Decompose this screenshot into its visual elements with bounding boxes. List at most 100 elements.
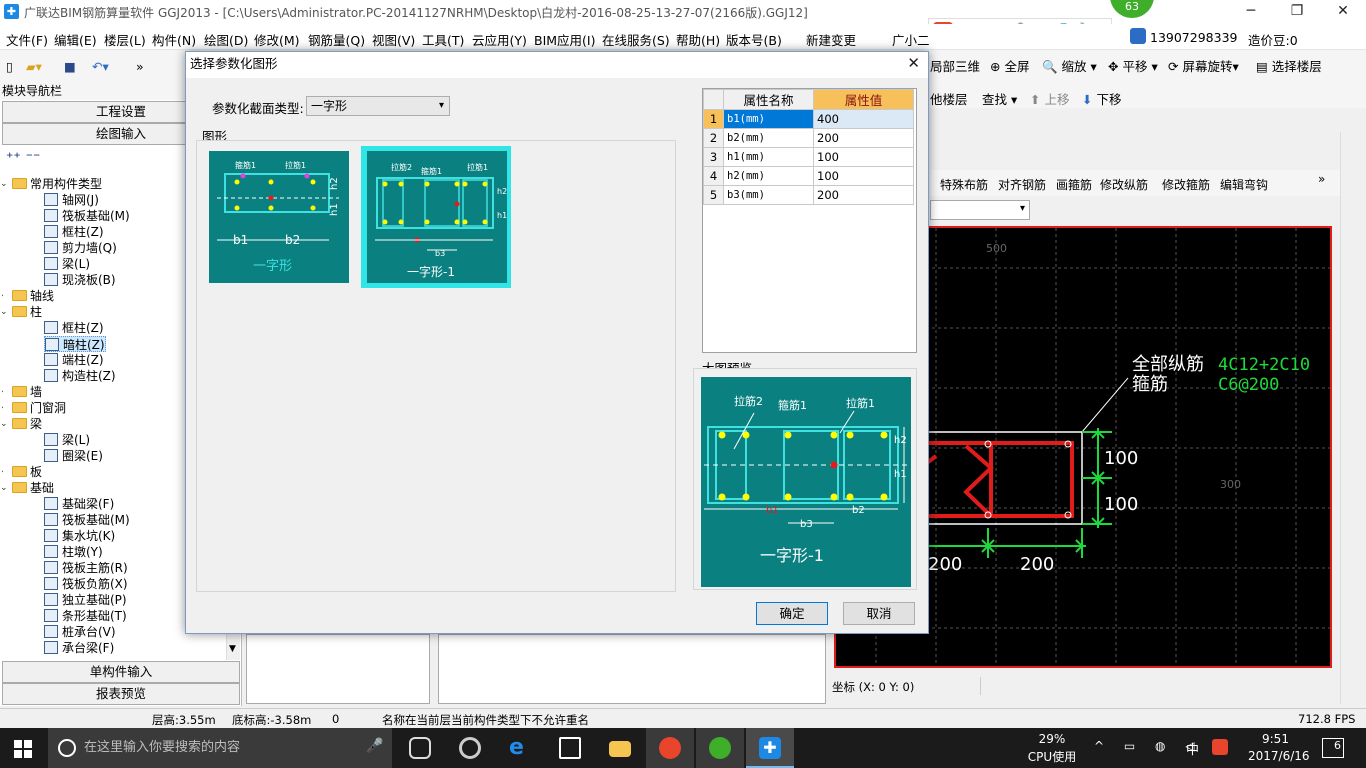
- property-value-cell[interactable]: 100: [813, 166, 914, 186]
- other-floor-button[interactable]: 他楼层: [930, 89, 968, 108]
- task-view-icon[interactable]: [396, 728, 444, 768]
- menu-item[interactable]: 帮助(H): [676, 30, 720, 49]
- rebar-tool-button[interactable]: 对齐钢筋: [998, 176, 1046, 193]
- file-explorer-icon[interactable]: [596, 728, 644, 768]
- menu-item[interactable]: 文件(F): [6, 30, 48, 49]
- tree-item[interactable]: 现浇板(B): [44, 272, 116, 288]
- menu-item[interactable]: 广小二: [892, 30, 930, 49]
- tree-item[interactable]: 集水坑(K): [44, 528, 115, 544]
- menu-item[interactable]: 工具(T): [422, 30, 464, 49]
- tree-folder[interactable]: ⌄ 梁: [2, 416, 42, 432]
- tree-item[interactable]: 轴网(J): [44, 192, 99, 208]
- tree-item[interactable]: 构造柱(Z): [44, 368, 116, 384]
- tray-ime[interactable]: 中: [1186, 739, 1199, 758]
- rebar-tool-button[interactable]: 特殊布筋: [940, 176, 988, 193]
- ok-button[interactable]: 确定: [756, 602, 828, 625]
- windows-start-icon[interactable]: [14, 740, 32, 758]
- tree-folder[interactable]: › 轴线: [2, 288, 54, 304]
- clock-time[interactable]: 9:51: [1262, 732, 1289, 746]
- rebar-tool-button[interactable]: 修改箍筋: [1162, 176, 1210, 193]
- save-icon[interactable]: ■: [64, 50, 76, 84]
- collapse-icon[interactable]: ⌄: [2, 304, 9, 320]
- notification-center-icon[interactable]: 6: [1322, 738, 1344, 758]
- tree-item[interactable]: 暗柱(Z): [44, 336, 106, 352]
- expand-icon[interactable]: ›: [2, 288, 9, 304]
- tree-item[interactable]: 条形基础(T): [44, 608, 127, 624]
- menu-item[interactable]: 钢筋量(Q): [308, 30, 365, 49]
- table-row[interactable]: 4 h2(mm) 100: [703, 166, 914, 186]
- store-icon[interactable]: [546, 728, 594, 768]
- tree-item[interactable]: 筏板负筋(X): [44, 576, 128, 592]
- menu-item[interactable]: 在线服务(S): [602, 30, 670, 49]
- expand-icon[interactable]: ›: [2, 400, 9, 416]
- rebar-tool-button[interactable]: 画箍筋: [1056, 176, 1092, 193]
- find-button[interactable]: 查找 ▾: [982, 89, 1017, 108]
- collapse-icon[interactable]: ⌄: [2, 416, 9, 432]
- shape-thumb-yizixing[interactable]: 箍筋1 拉筋1 b1 b2 h2 h1 一字形: [203, 146, 353, 288]
- tree-item[interactable]: 梁(L): [44, 432, 90, 448]
- single-input-button[interactable]: 单构件输入: [2, 661, 240, 683]
- menu-item[interactable]: 绘图(D): [204, 30, 248, 49]
- table-row[interactable]: 3 h1(mm) 100: [703, 147, 914, 167]
- rotate-button[interactable]: ⟳ 屏幕旋转▾: [1168, 50, 1239, 84]
- open-file-icon[interactable]: ▰▾: [26, 50, 42, 84]
- collapse-icon[interactable]: ⌄: [2, 480, 9, 496]
- user-phone[interactable]: 13907298339: [1150, 30, 1237, 45]
- dialog-close-button[interactable]: ✕: [907, 54, 920, 72]
- section-type-select[interactable]: 一字形 ▾: [306, 96, 450, 116]
- close-button[interactable]: ✕: [1320, 0, 1366, 24]
- move-down-button[interactable]: ⬇ 下移: [1082, 89, 1121, 108]
- table-row[interactable]: 5 b3(mm) 200: [703, 185, 914, 205]
- microphone-icon[interactable]: 🎤: [366, 738, 383, 754]
- cost-beans[interactable]: 造价豆:0: [1248, 30, 1298, 49]
- tree-item[interactable]: 圈梁(E): [44, 448, 103, 464]
- menu-item[interactable]: BIM应用(I): [534, 30, 596, 49]
- cancel-button[interactable]: 取消: [843, 602, 915, 625]
- tray-sogou-icon[interactable]: [1212, 739, 1228, 755]
- collapse-icon[interactable]: ⌄: [2, 176, 9, 192]
- tree-item[interactable]: 梁(L): [44, 256, 90, 272]
- menu-item[interactable]: 编辑(E): [54, 30, 97, 49]
- menu-item[interactable]: 版本号(B): [726, 30, 782, 49]
- edge-browser-icon[interactable]: e: [496, 728, 544, 768]
- expand-all-icon[interactable]: ⁺⁺ ⁻⁻: [6, 150, 40, 166]
- local-3d-button[interactable]: 局部三维: [930, 50, 980, 84]
- property-value-cell[interactable]: 400: [813, 109, 914, 129]
- menu-item[interactable]: 构件(N): [152, 30, 196, 49]
- taskbar-search-input[interactable]: 在这里输入你要搜索的内容: [48, 728, 392, 768]
- tree-folder[interactable]: › 门窗洞: [2, 400, 66, 416]
- tree-item[interactable]: 承台梁(F): [44, 640, 114, 656]
- more-icon[interactable]: »: [136, 50, 144, 84]
- fullscreen-button[interactable]: ⊕ 全屏: [990, 50, 1029, 84]
- move-up-button[interactable]: ⬆ 上移: [1030, 89, 1069, 108]
- menu-item[interactable]: 修改(M): [254, 30, 300, 49]
- app-icon-swirl[interactable]: [446, 728, 494, 768]
- tree-item[interactable]: 柱墩(Y): [44, 544, 103, 560]
- tree-item[interactable]: 筏板主筋(R): [44, 560, 128, 576]
- tree-item[interactable]: 独立基础(P): [44, 592, 127, 608]
- rebar-tool-button[interactable]: 修改纵筋: [1100, 176, 1148, 193]
- property-value-cell[interactable]: 100: [813, 147, 914, 167]
- clock-date[interactable]: 2017/6/16: [1248, 749, 1310, 763]
- tree-folder[interactable]: ›板: [2, 464, 42, 480]
- app-icon-green[interactable]: [696, 728, 744, 768]
- tree-item[interactable]: 筏板基础(M): [44, 208, 130, 224]
- expand-icon[interactable]: ›: [2, 384, 9, 400]
- maximize-button[interactable]: ❐: [1274, 0, 1320, 24]
- app-icon-ggj[interactable]: ✚: [746, 728, 794, 768]
- menu-item[interactable]: 新建变更: [806, 30, 856, 49]
- tree-item[interactable]: 基础梁(F): [44, 496, 114, 512]
- new-file-icon[interactable]: ▯: [6, 50, 13, 84]
- table-row[interactable]: 1 b1(mm) 400: [703, 109, 914, 129]
- expand-icon[interactable]: ›: [2, 464, 9, 480]
- rebar-dropdown[interactable]: ▾: [930, 200, 1030, 220]
- menu-item[interactable]: 视图(V): [372, 30, 415, 49]
- property-value-cell[interactable]: 200: [813, 128, 914, 148]
- app-icon-glodon[interactable]: [646, 728, 694, 768]
- toolbar-more-icon[interactable]: »: [1318, 172, 1325, 186]
- report-preview-button[interactable]: 报表预览: [2, 683, 240, 705]
- zoom-button[interactable]: 🔍 缩放 ▾: [1042, 50, 1097, 84]
- select-floor-button[interactable]: ▤ 选择楼层: [1256, 50, 1322, 84]
- tree-item[interactable]: 框柱(Z): [44, 320, 104, 336]
- tree-item[interactable]: 桩承台(V): [44, 624, 116, 640]
